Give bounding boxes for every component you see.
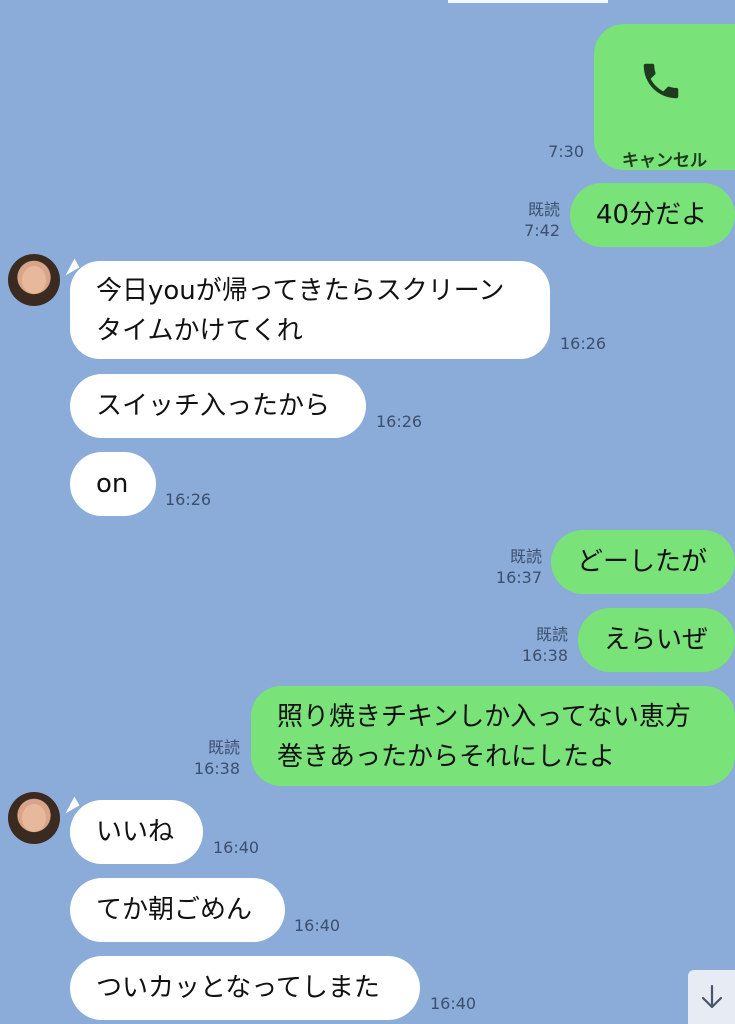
chat-window: キャンセル 7:30 40分だよ 既読 7:42 今日youが帰ってきたらスクリ… xyxy=(0,0,735,1024)
message-bubble-incoming[interactable]: on xyxy=(70,452,156,516)
message-bubble-incoming[interactable]: てか朝ごめん xyxy=(70,878,285,942)
message-time: 7:42 xyxy=(524,221,560,240)
avatar[interactable] xyxy=(8,254,60,306)
arrow-down-icon xyxy=(701,984,723,1009)
read-receipt: 既読 xyxy=(207,738,240,757)
message-text-line: 照り焼きチキンしか入ってない恵方 xyxy=(277,702,691,732)
top-edge-bar xyxy=(448,0,608,3)
message-bubble-outgoing[interactable]: どーしたが xyxy=(551,530,735,594)
phone-icon xyxy=(643,63,679,99)
message-bubble-incoming[interactable]: スイッチ入ったから xyxy=(70,374,366,438)
message-time: 16:40 xyxy=(213,838,260,857)
message-time: 16:38 xyxy=(521,646,568,665)
message-time: 16:26 xyxy=(560,334,607,353)
message-time: 16:40 xyxy=(294,916,341,935)
read-receipt: 既読 xyxy=(535,625,568,644)
message-bubble-incoming[interactable]: いいね xyxy=(70,800,203,864)
read-receipt: 既読 xyxy=(527,200,560,219)
message-time: 16:38 xyxy=(193,759,240,778)
message-time: 16:26 xyxy=(165,490,212,509)
read-receipt: 既読 xyxy=(509,547,542,566)
call-cancelled-bubble[interactable]: キャンセル xyxy=(594,24,735,171)
message-bubble-outgoing[interactable]: 照り焼きチキンしか入ってない恵方 巻きあったからそれにしたよ xyxy=(251,686,735,786)
message-text-line: 今日youが帰ってきたらスクリーン xyxy=(96,276,505,306)
call-status-label: キャンセル xyxy=(622,151,707,171)
scroll-to-bottom-button[interactable] xyxy=(688,970,735,1024)
message-time: 16:37 xyxy=(495,568,542,587)
message-bubble-outgoing[interactable]: 40分だよ xyxy=(570,183,735,247)
message-text-line: 巻きあったからそれにしたよ xyxy=(277,742,616,772)
message-bubble-incoming[interactable]: ついカッとなってしまた xyxy=(70,956,420,1020)
call-time: 7:30 xyxy=(548,142,584,161)
message-time: 16:40 xyxy=(430,994,477,1013)
message-bubble-incoming[interactable]: 今日youが帰ってきたらスクリーン タイムかけてくれ xyxy=(70,261,550,359)
message-time: 16:26 xyxy=(376,412,423,431)
avatar[interactable] xyxy=(8,792,60,844)
message-bubble-outgoing[interactable]: えらいぜ xyxy=(578,608,735,672)
message-text-line: タイムかけてくれ xyxy=(96,316,303,346)
